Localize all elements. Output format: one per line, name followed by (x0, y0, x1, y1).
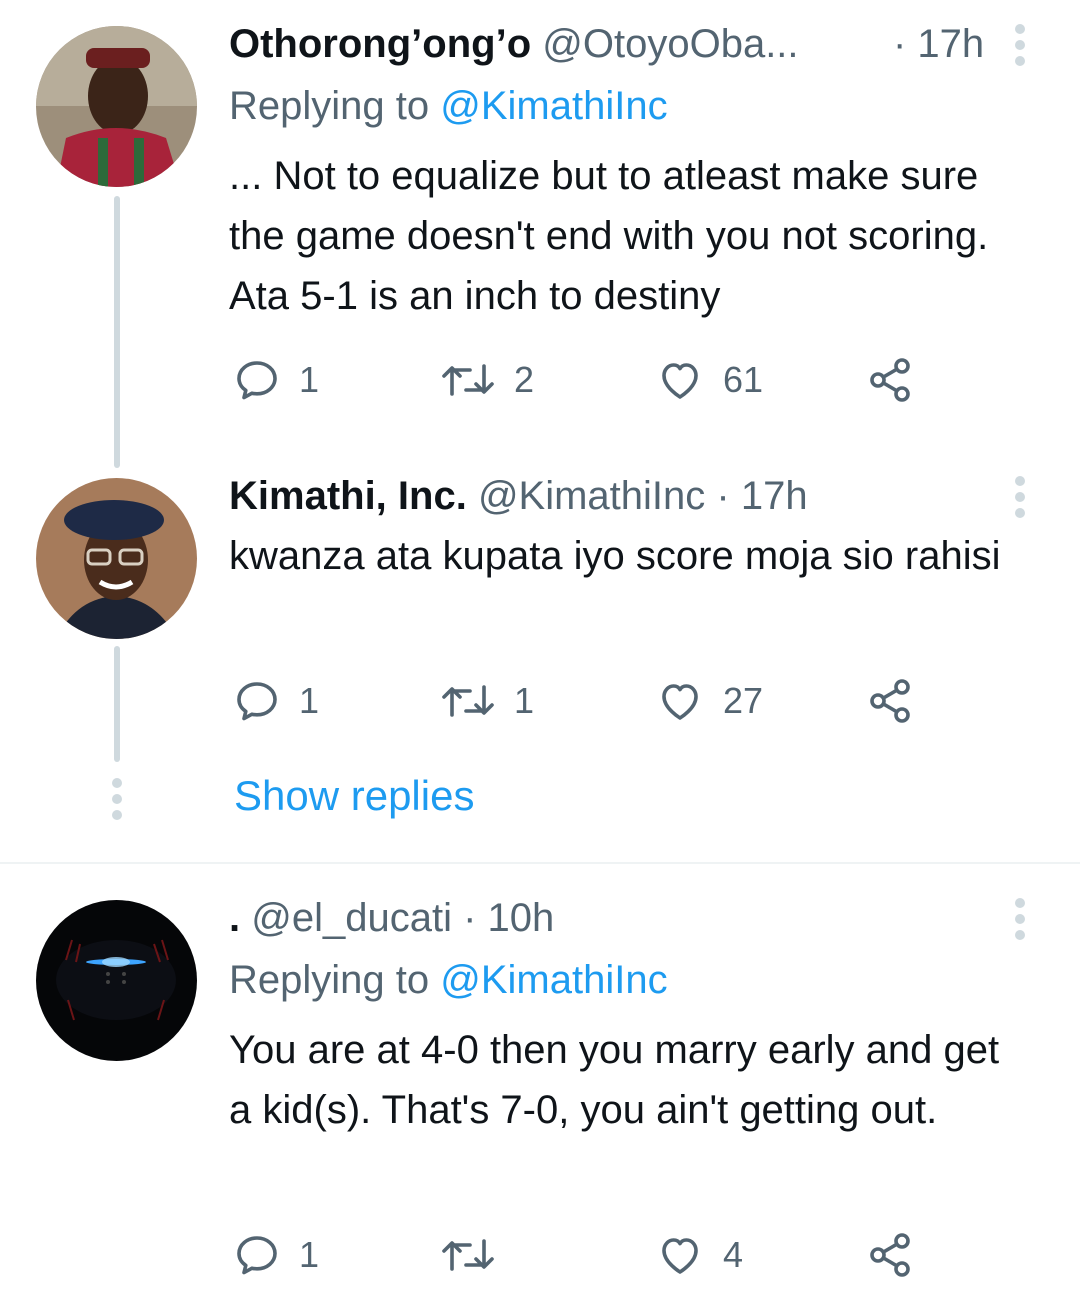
replying-prefix: Replying to (229, 84, 430, 128)
show-replies-link[interactable]: Show replies (234, 772, 474, 820)
tweet-header: . @el_ducati · 10h (229, 894, 554, 942)
timestamp[interactable]: · 17h (893, 20, 984, 68)
reply-icon (237, 682, 277, 721)
replying-to-handle[interactable]: @KimathiInc (440, 958, 667, 1002)
avatar[interactable] (36, 478, 197, 639)
like-button[interactable]: 27 (655, 677, 763, 725)
share-icon (870, 679, 910, 723)
share-icon (870, 1233, 910, 1277)
reply-button[interactable]: 1 (233, 1231, 319, 1279)
reply-button[interactable]: 1 (233, 356, 319, 404)
tweet-text: kwanza ata kupata iyo score moja sio rah… (229, 534, 1001, 578)
share-icon (870, 358, 910, 402)
avatar[interactable] (36, 26, 197, 187)
share-button[interactable] (866, 356, 914, 404)
more-icon[interactable] (1013, 476, 1027, 518)
tweet-text: ... Not to equalize but to atleast make … (229, 154, 989, 318)
share-button[interactable] (866, 1231, 914, 1279)
like-icon (662, 684, 698, 720)
reply-icon (237, 1236, 277, 1275)
retweet-button[interactable] (440, 1231, 514, 1279)
tweet-header: Kimathi, Inc. @KimathiInc · 17h (229, 472, 808, 520)
retweet-button[interactable]: 2 (440, 356, 534, 404)
avatar[interactable] (36, 900, 197, 1061)
reply-icon (237, 361, 277, 400)
like-icon (662, 1238, 698, 1274)
retweet-icon (442, 1239, 494, 1271)
timestamp[interactable]: · 10h (463, 896, 554, 940)
retweet-icon (442, 364, 494, 396)
reply-count: 1 (299, 1234, 320, 1275)
handle[interactable]: @el_ducati (251, 896, 452, 940)
display-name[interactable]: . (229, 896, 240, 940)
like-count: 4 (723, 1234, 744, 1275)
more-replies-icon[interactable] (110, 778, 124, 820)
retweet-icon (442, 685, 494, 717)
share-button[interactable] (866, 677, 914, 725)
more-icon[interactable] (1013, 24, 1027, 66)
replying-prefix: Replying to (229, 958, 430, 1002)
like-button[interactable]: 4 (655, 1231, 743, 1279)
like-button[interactable]: 61 (655, 356, 763, 404)
retweet-count: 1 (514, 680, 535, 721)
replying-to-handle[interactable]: @KimathiInc (440, 84, 667, 128)
divider (0, 862, 1080, 864)
replying-to: Replying to @KimathiInc (229, 956, 668, 1004)
thread-line (114, 646, 120, 762)
like-count: 61 (723, 359, 764, 400)
like-count: 27 (723, 680, 764, 721)
reply-button[interactable]: 1 (233, 677, 319, 725)
retweet-count: 2 (514, 359, 535, 400)
thread-line (114, 196, 120, 468)
reply-count: 1 (299, 359, 320, 400)
reply-count: 1 (299, 680, 320, 721)
like-icon (662, 363, 698, 399)
more-icon[interactable] (1013, 898, 1027, 940)
retweet-button[interactable]: 1 (440, 677, 534, 725)
display-name[interactable]: Othorong’ong’o (229, 22, 531, 66)
display-name[interactable]: Kimathi, Inc. (229, 474, 467, 518)
tweet-text: You are at 4-0 then you marry early and … (229, 1028, 1000, 1132)
handle[interactable]: @KimathiInc (478, 474, 705, 518)
replying-to: Replying to @KimathiInc (229, 82, 668, 130)
handle[interactable]: @OtoyoOba... (542, 22, 798, 66)
tweet-header: Othorong’ong’o @OtoyoOba... (229, 20, 799, 68)
timestamp[interactable]: · 17h (716, 474, 807, 518)
